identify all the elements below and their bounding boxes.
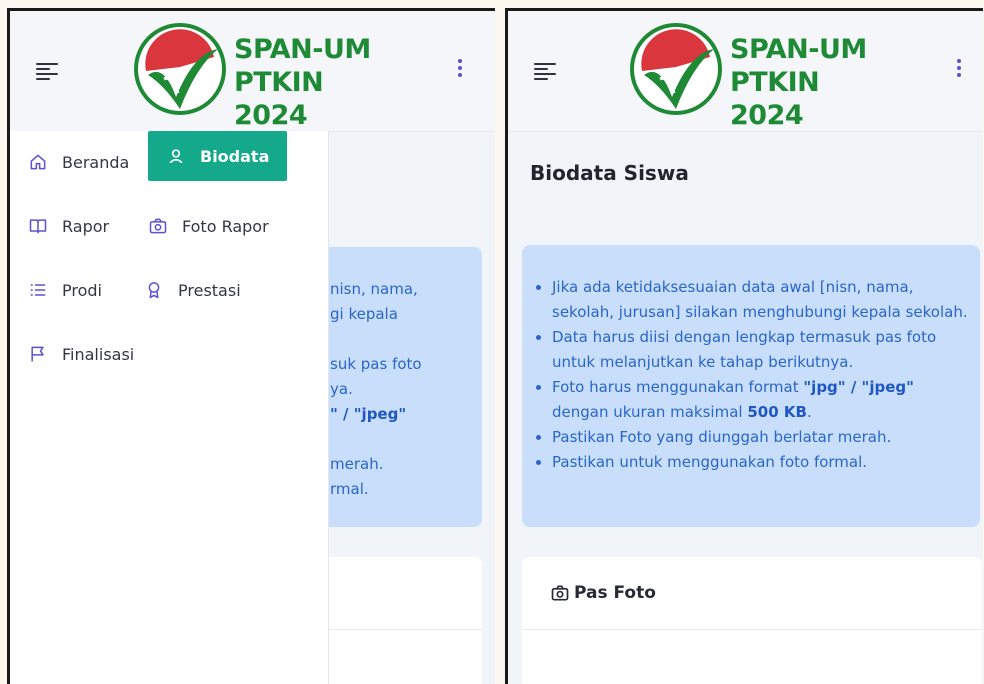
card-header: Pas Foto — [522, 557, 982, 630]
more-options-button[interactable] — [956, 59, 962, 81]
nav-item-biodata[interactable]: Biodata — [148, 131, 288, 181]
partial-line: ya. — [330, 380, 353, 398]
home-icon — [30, 154, 46, 170]
notice-item: Jika ada ketidaksesuaian data awal [nisn… — [552, 275, 972, 325]
app-header: SPAN-UM PTKIN 2024 — [508, 11, 983, 132]
mobile-screen-biodata: SPAN-UM PTKIN 2024 Biodata Siswa Jika ad… — [505, 8, 983, 684]
logo-line-1: SPAN-UM — [234, 34, 371, 65]
notice-format: "jpg" / "jpeg" — [803, 378, 914, 396]
award-icon — [148, 282, 160, 299]
partial-line: " / "jpeg" — [330, 405, 407, 423]
nav-item-prestasi[interactable]: Prestasi — [144, 271, 241, 309]
nav-item-label: Prestasi — [178, 280, 241, 300]
partial-line: gi kepala — [330, 305, 398, 323]
notice-item: Pastikan Foto yang diunggah berlatar mer… — [552, 425, 972, 450]
camera-icon — [149, 218, 167, 234]
app-logo: SPAN-UM PTKIN 2024 — [134, 23, 384, 131]
book-icon — [29, 219, 47, 234]
logo-text: SPAN-UM PTKIN 2024 — [234, 33, 384, 132]
notice-max-size: 500 KB — [747, 403, 807, 421]
logo-line-2: PTKIN 2024 — [234, 67, 324, 131]
nav-item-label: Prodi — [62, 280, 102, 300]
nav-item-label: Finalisasi — [62, 344, 135, 364]
nav-item-finalisasi[interactable]: Finalisasi — [28, 335, 134, 373]
app-logo: SPAN-UM PTKIN 2024 — [630, 23, 880, 131]
nav-drawer: Beranda Biodata Rapor Foto Rapor Prodi P… — [10, 131, 329, 684]
notice-item: Data harus diisi dengan lengkap termasuk… — [552, 325, 972, 375]
notice-partial-text: nisn, nama, gi kepala suk pas foto ya. "… — [330, 277, 422, 502]
flag-icon — [31, 346, 44, 362]
logo-line-2: PTKIN 2024 — [730, 67, 820, 131]
page-title: Biodata Siswa — [530, 161, 689, 185]
nav-item-beranda[interactable]: Beranda — [28, 143, 129, 181]
logo-emblem-icon — [630, 23, 722, 115]
partial-line: nisn, nama, — [330, 280, 418, 298]
nav-item-label: Rapor — [62, 216, 110, 236]
notice-list: Jika ada ketidaksesuaian data awal [nisn… — [522, 275, 972, 475]
notice-item: Foto harus menggunakan format "jpg" / "j… — [552, 375, 972, 425]
partial-line: merah. — [330, 455, 384, 473]
notice-text: . — [806, 403, 812, 421]
notice-item: Pastikan untuk menggunakan foto formal. — [552, 450, 972, 475]
user-icon — [169, 149, 183, 164]
app-header: SPAN-UM PTKIN 2024 — [10, 11, 495, 132]
logo-line-1: SPAN-UM — [730, 34, 867, 65]
card-title: Pas Foto — [574, 583, 656, 603]
logo-text: SPAN-UM PTKIN 2024 — [730, 33, 880, 132]
nav-item-rapor[interactable]: Rapor — [28, 207, 109, 245]
notice-text: dengan ukuran maksimal — [552, 403, 748, 421]
menu-toggle-button[interactable] — [36, 63, 58, 80]
nav-item-foto-rapor[interactable]: Foto Rapor — [148, 207, 269, 245]
nav-item-label: Foto Rapor — [182, 216, 269, 236]
nav-item-label: Biodata — [200, 146, 270, 166]
partial-line: suk pas foto — [330, 355, 422, 373]
camera-icon — [551, 585, 569, 601]
notice-text: Foto harus menggunakan format — [552, 378, 804, 396]
nav-item-prodi[interactable]: Prodi — [28, 271, 102, 309]
mobile-screen-drawer-open: SPAN-UM PTKIN 2024 nisn, nama, gi kepala… — [7, 8, 495, 684]
pas-foto-card: Pas Foto — [522, 557, 982, 684]
menu-toggle-button[interactable] — [534, 63, 556, 80]
more-options-button[interactable] — [457, 59, 463, 81]
partial-line: rmal. — [330, 480, 369, 498]
list-icon — [30, 284, 46, 296]
logo-emblem-icon — [134, 23, 226, 115]
nav-item-label: Beranda — [62, 152, 130, 172]
notice-card: Jika ada ketidaksesuaian data awal [nisn… — [522, 245, 980, 527]
